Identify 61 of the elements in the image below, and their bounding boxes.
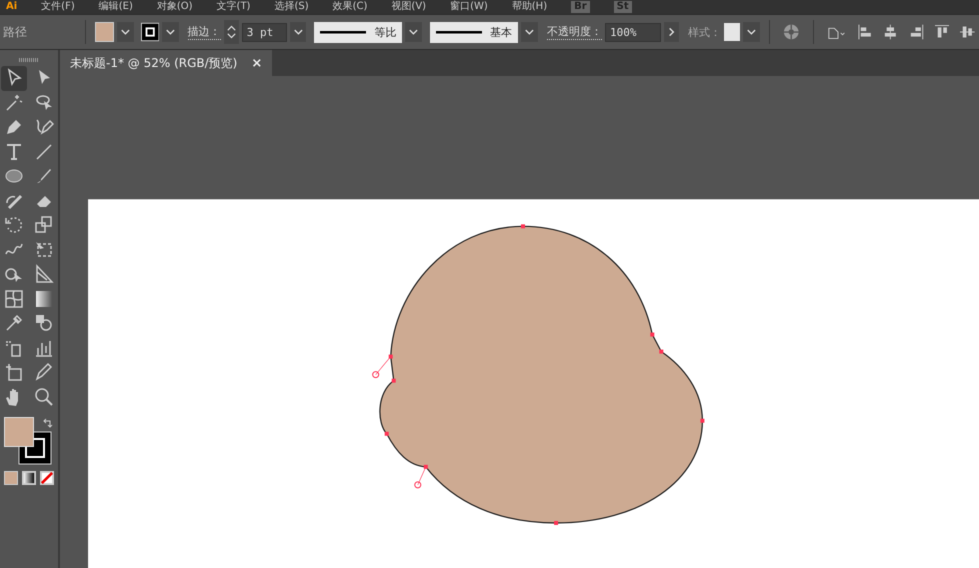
align-top-icon[interactable] <box>934 24 950 40</box>
scale-icon <box>34 215 54 236</box>
gradient-mode-button[interactable] <box>22 471 36 485</box>
curvature-pen-icon <box>34 117 54 138</box>
align-middle-icon[interactable] <box>960 24 975 40</box>
tool-button[interactable] <box>1 66 27 90</box>
brush-dropdown[interactable]: 基本 <box>430 22 518 42</box>
stroke-weight-field[interactable]: 3 pt <box>242 22 287 42</box>
document-tab[interactable]: 未标题-1* @ 52% (RGB/预览) × <box>60 50 272 76</box>
perspective-grid-icon <box>34 264 54 284</box>
recolor-icon[interactable] <box>783 23 800 41</box>
menu-item[interactable]: 文字(T) <box>216 1 250 13</box>
align-center-icon[interactable] <box>883 24 898 40</box>
document-title: 未标题-1* @ 52% (RGB/预览) <box>70 54 238 72</box>
stroke-label[interactable]: 描边： <box>188 24 221 40</box>
menu-item[interactable]: 文件(F) <box>41 1 75 13</box>
caret-icon[interactable] <box>116 22 134 42</box>
stepper-icon[interactable] <box>224 20 239 44</box>
rotate-icon <box>4 215 24 236</box>
panel-grip[interactable] <box>19 58 39 62</box>
line-segment-icon <box>34 142 54 162</box>
magic-wand-icon <box>4 92 24 113</box>
menu-item[interactable]: 编辑(E) <box>98 1 133 13</box>
eyedropper-icon <box>4 313 24 334</box>
none-mode-button[interactable] <box>40 471 54 485</box>
profile-dropdown[interactable]: 等比 <box>314 22 402 42</box>
menu-item[interactable]: 选择(S) <box>274 1 309 13</box>
brush-label: 基本 <box>490 24 512 40</box>
caret-icon[interactable] <box>290 22 306 42</box>
mesh-icon <box>4 288 24 309</box>
artboard-icon <box>4 362 24 382</box>
align-left-icon[interactable] <box>858 24 872 40</box>
fill-color-swatch[interactable] <box>4 417 34 447</box>
swap-arrow-icon[interactable] <box>42 417 54 429</box>
menu-item[interactable]: 帮助(H) <box>512 1 548 13</box>
caret-icon[interactable] <box>743 22 760 42</box>
profile-label: 等比 <box>374 24 396 40</box>
fill-swatch[interactable] <box>95 22 114 42</box>
opacity-field[interactable]: 100% <box>605 22 661 42</box>
menu-item[interactable]: 效果(C) <box>332 1 368 13</box>
menu-item[interactable]: 对象(O) <box>156 1 193 13</box>
opacity-label[interactable]: 不透明度： <box>547 24 602 40</box>
free-transform-icon <box>34 240 54 260</box>
blend-icon <box>34 313 54 334</box>
caret-icon[interactable] <box>405 22 422 42</box>
gradient-icon <box>34 288 54 309</box>
object-type-label: 路径 <box>3 24 28 40</box>
menu-item[interactable]: 视图(V) <box>391 1 426 13</box>
caret-icon[interactable] <box>521 22 538 42</box>
stroke-swatch[interactable] <box>140 22 159 42</box>
style-label: 样式： <box>688 24 721 40</box>
app-logo: Ai <box>6 1 18 13</box>
type-icon <box>4 142 24 162</box>
menu-item[interactable]: 窗口(W) <box>450 1 488 13</box>
style-swatch[interactable] <box>724 23 740 41</box>
chevron-icon[interactable] <box>664 22 679 42</box>
search-icon <box>34 386 54 407</box>
close-button[interactable]: × <box>251 56 262 70</box>
color-mode-button[interactable] <box>4 471 18 485</box>
caret-icon[interactable] <box>162 22 179 42</box>
align-right-icon[interactable] <box>909 24 924 40</box>
